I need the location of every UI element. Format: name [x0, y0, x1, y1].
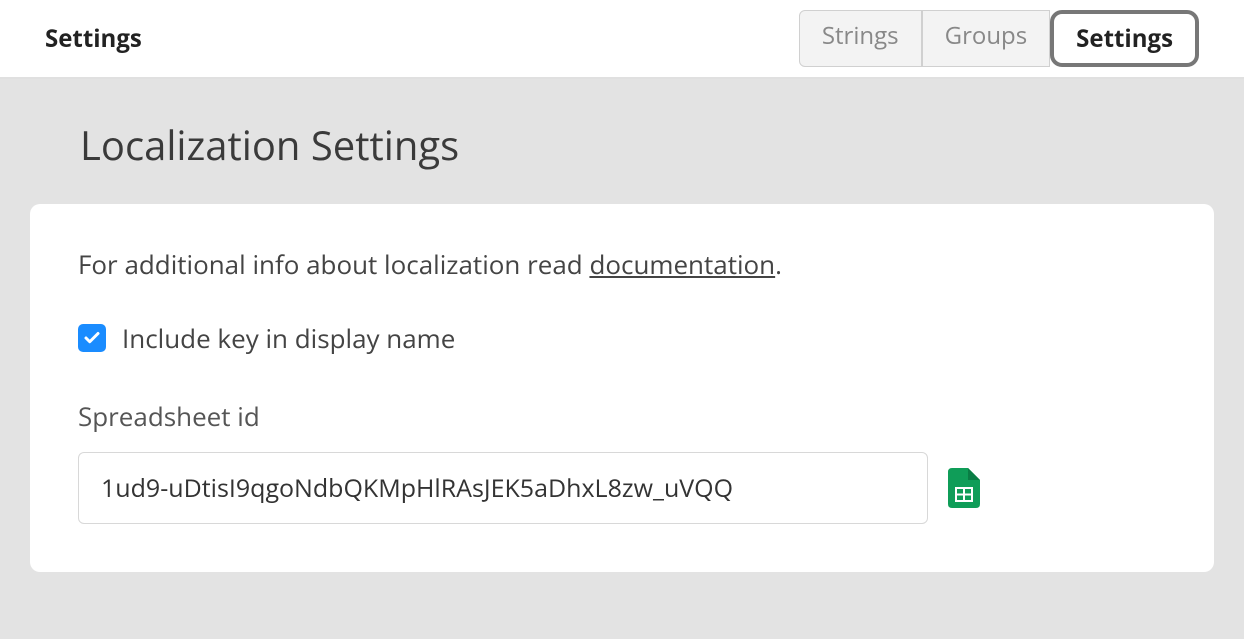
tab-settings[interactable]: Settings: [1050, 10, 1199, 67]
settings-card: For additional info about localization r…: [30, 204, 1214, 572]
include-key-checkbox[interactable]: [78, 324, 106, 352]
tab-strings[interactable]: Strings: [799, 10, 922, 67]
google-sheets-icon[interactable]: [948, 468, 980, 508]
tabs: Strings Groups Settings: [799, 10, 1199, 67]
header-title: Settings: [45, 22, 142, 55]
header-bar: Settings Strings Groups Settings: [0, 0, 1244, 79]
info-suffix: .: [775, 246, 782, 282]
spreadsheet-id-input[interactable]: [78, 452, 928, 524]
checkmark-icon: [83, 329, 101, 347]
page-title: Localization Settings: [0, 79, 1244, 204]
include-key-label: Include key in display name: [122, 320, 455, 356]
info-prefix: For additional info about localization r…: [78, 246, 589, 282]
tab-groups[interactable]: Groups: [922, 10, 1051, 67]
content-area: Localization Settings For additional inf…: [0, 79, 1244, 639]
include-key-row: Include key in display name: [78, 320, 1166, 356]
spreadsheet-id-label: Spreadsheet id: [78, 398, 1166, 434]
info-text: For additional info about localization r…: [78, 246, 1166, 282]
spreadsheet-row: [78, 452, 1166, 524]
documentation-link[interactable]: documentation: [589, 246, 775, 282]
